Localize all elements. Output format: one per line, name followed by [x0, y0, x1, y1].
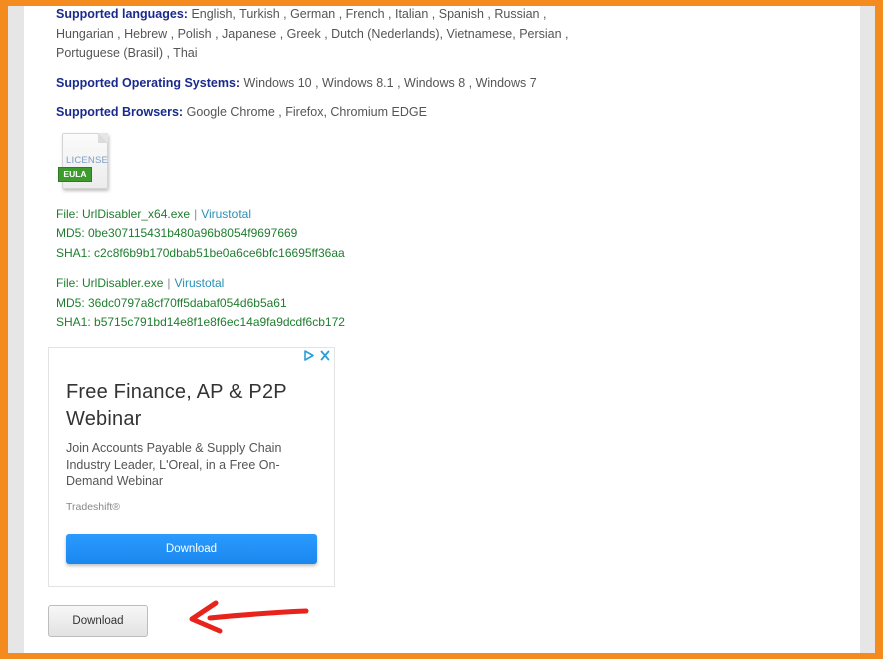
ad-description: Join Accounts Payable & Supply Chain Ind… [66, 441, 282, 488]
supported-languages-label: Supported languages: [56, 7, 188, 21]
ad-controls [304, 350, 330, 361]
supported-browsers-value: Google Chrome , Firefox, Chromium EDGE [186, 105, 427, 119]
file-entry-x86: File: UrlDisabler.exe | Virustotal MD5: 36… [56, 274, 596, 333]
file-name-line: File: UrlDisabler_x64.exe | Virustotal [56, 205, 596, 225]
md5-hash: MD5: 0be307115431b480a96b8054f9697669 [56, 226, 298, 241]
eula-badge: EULA [58, 166, 92, 182]
file-name: File: UrlDisabler_x64.exe [56, 206, 191, 221]
supported-os-label: Supported Operating Systems: [56, 75, 241, 90]
supported-browsers: Supported Browsers: Google Chrome , Fire… [56, 103, 596, 123]
close-ad-icon[interactable] [320, 350, 330, 361]
red-arrow-annotation [189, 600, 309, 634]
supported-os: Supported Operating Systems: Windows 10 … [56, 74, 596, 94]
supported-os-value: Windows 10 , Windows 8.1 , Windows 8 , W… [243, 75, 537, 90]
ad-brand: Tradeshift® [66, 501, 121, 513]
sha1-hash: SHA1: b5715c791bd14e8f1e8f6ec14a9fa9dcdf… [56, 315, 345, 330]
adchoices-icon[interactable] [304, 350, 314, 361]
download-info-section: Supported languages: English, Turkish , … [56, 6, 596, 333]
page-fold [98, 132, 108, 143]
ad-title[interactable]: Free Finance, AP & P2P Webinar [66, 379, 321, 433]
virustotal-link[interactable]: Virustotal [201, 207, 251, 221]
advertisement-box[interactable]: Free Finance, AP & P2P Webinar Join Acco… [48, 347, 335, 587]
ad-download-button[interactable]: Download [66, 534, 317, 564]
screenshot-frame: Supported languages: English, Turkish , … [8, 6, 875, 653]
file-name-line: File: UrlDisabler.exe | Virustotal [56, 274, 596, 294]
file-entry-x64: File: UrlDisabler_x64.exe | Virustotal MD5… [56, 205, 596, 264]
sha1-hash: SHA1: c2c8f6b9b170dbab51be0a6ce6bfc16695… [56, 246, 345, 261]
link-separator: | [194, 206, 198, 221]
download-button[interactable]: Download [48, 605, 148, 637]
supported-browsers-label: Supported Browsers: [56, 105, 184, 119]
md5-hash: MD5: 36dc0797a8cf70ff5dabaf054d6b5a61 [56, 295, 287, 310]
supported-languages: Supported languages: English, Turkish , … [56, 6, 596, 64]
file-name: File: UrlDisabler.exe [56, 275, 164, 290]
virustotal-link[interactable]: Virustotal [175, 276, 225, 290]
link-separator: | [167, 275, 171, 290]
page-content: Supported languages: English, Turkish , … [24, 6, 860, 653]
license-eula-icon[interactable]: LICENSE EULA [58, 132, 110, 191]
